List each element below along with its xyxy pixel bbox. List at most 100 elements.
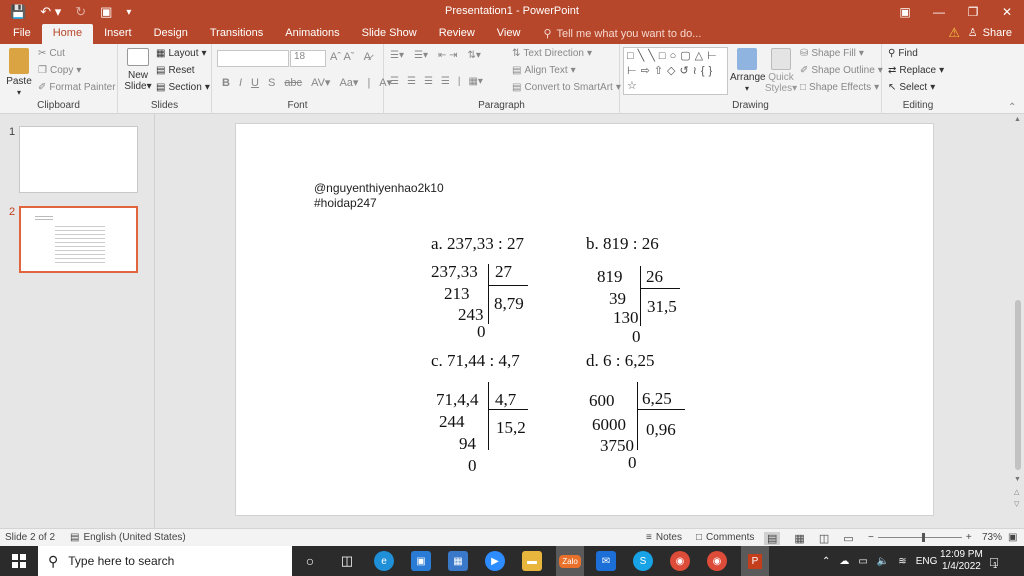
share-button[interactable]: ♙ Share [968, 26, 1012, 40]
zoom-in-icon[interactable]: + [966, 532, 972, 543]
mail-icon[interactable]: ✉ [596, 551, 616, 571]
scroll-up-icon[interactable]: ▲ [1014, 116, 1021, 123]
tab-design[interactable]: Design [143, 24, 199, 44]
text-direction-button[interactable]: ⇅ Text Direction ▾ [512, 48, 592, 59]
tab-home[interactable]: Home [41, 24, 94, 44]
lightbulb-icon: ⚲ [543, 27, 552, 40]
shape-effects-button[interactable]: □ Shape Effects ▾ [800, 82, 879, 93]
font-style-buttons[interactable]: B I U Sabc AV▾ Aa▾ | A▾ [222, 76, 392, 90]
find-button[interactable]: ⚲ Find [888, 48, 918, 59]
zoom-level[interactable]: 73% [982, 532, 1002, 543]
slide-text-box[interactable]: @nguyenthiyenhao2k10 #hoidap247 [314, 181, 444, 211]
zoom-app-icon[interactable]: ▶ [485, 551, 505, 571]
tab-view[interactable]: View [486, 24, 532, 44]
slide-thumbnail-1[interactable] [19, 126, 138, 193]
volume-icon[interactable]: 🔈 [877, 556, 889, 567]
skype-icon[interactable]: S [633, 551, 653, 571]
store-icon[interactable]: ▦ [448, 551, 468, 571]
shapes-gallery[interactable]: □ ╲ ╲ □ ○ ▢ △ ⊢ ⊢ ⇨ ⇧ ◇ ↺ ≀{} ☆ [623, 47, 728, 95]
chevron-up-icon[interactable]: ⌃ [822, 556, 830, 567]
scissors-icon: ✂ [38, 48, 47, 59]
next-slide-icon[interactable]: ▽ [1014, 500, 1019, 508]
fit-slide-icon[interactable]: ▣ [1008, 532, 1017, 543]
warning-icon[interactable]: ⚠ [948, 25, 960, 41]
task-view-icon[interactable]: ◫ [337, 551, 357, 571]
slide-thumbnail-2[interactable] [19, 206, 138, 273]
undo-icon[interactable]: ↶ ▾ [40, 4, 61, 20]
clock[interactable]: 12:09 PM 1/4/2022 [940, 546, 983, 576]
layout-button[interactable]: ▦ Layout ▾ [156, 48, 207, 59]
arrange-button[interactable]: Arrange ▾ [730, 48, 766, 94]
indent-icons: ⇤ ⇥ [437, 50, 458, 61]
redo-icon[interactable]: ↻ [75, 4, 86, 20]
wifi-icon[interactable]: ≋ [898, 556, 906, 567]
notes-button[interactable]: ≡ Notes [646, 532, 682, 543]
chrome-icon[interactable]: ◉ [670, 551, 690, 571]
ribbon-display-options-icon[interactable]: ▣ [888, 0, 922, 24]
battery-icon[interactable]: ▭ [858, 556, 867, 567]
notifications-button[interactable]: □ 1 [990, 546, 998, 576]
slide-canvas[interactable]: @nguyenthiyenhao2k10 #hoidap247 a. 237,3… [235, 123, 934, 516]
previous-slide-icon[interactable]: △ [1014, 488, 1019, 496]
replace-button[interactable]: ⇄ Replace ▾ [888, 65, 944, 76]
powerpoint-taskbar-icon[interactable]: P [741, 546, 769, 576]
vertical-scrollbar[interactable]: ▲ ▼ △ ▽ [1012, 114, 1024, 528]
zoom-out-icon[interactable]: − [868, 532, 874, 543]
scroll-down-icon[interactable]: ▼ [1014, 476, 1021, 483]
font-name-input[interactable] [217, 50, 289, 67]
view-buttons[interactable]: ▤ ▦ ◫ ▭ [764, 532, 854, 545]
chrome-profile-icon[interactable]: ◉ [707, 551, 727, 571]
language-indicator[interactable]: ▤ English (United States) [70, 532, 186, 543]
font-size-buttons[interactable]: Aˆ Aˇ A̷ [330, 51, 371, 63]
smartart-button[interactable]: ▤ Convert to SmartArt ▾ [512, 82, 621, 93]
format-painter-button[interactable]: ✐ Format Painter [38, 82, 116, 93]
line-spacing-icon: ⇅▾ [467, 50, 481, 61]
zoom-slider[interactable]: − + [868, 532, 972, 543]
section-button[interactable]: ▤ Section ▾ [156, 82, 210, 93]
shape-outline-button[interactable]: ✐ Shape Outline ▾ [800, 65, 883, 76]
tab-transitions[interactable]: Transitions [199, 24, 274, 44]
align-text-button[interactable]: ▤ Align Text ▾ [512, 65, 576, 76]
language-indicator[interactable]: ENG [916, 556, 938, 567]
slide-show-icon[interactable]: ▭ [843, 532, 853, 545]
tell-me-box[interactable]: ⚲ Tell me what you want to do... [531, 24, 701, 44]
tab-insert[interactable]: Insert [93, 24, 143, 44]
taskbar-search[interactable]: ⚲ Type here to search [38, 546, 292, 576]
new-slide-button[interactable]: New Slide▾ [123, 48, 153, 92]
tab-file[interactable]: File [0, 24, 42, 44]
reading-view-icon[interactable]: ◫ [819, 532, 829, 545]
start-button[interactable] [0, 546, 38, 576]
shape-fill-button[interactable]: ⛁ Shape Fill ▾ [800, 48, 864, 59]
zalo-icon[interactable]: Zalo [556, 546, 584, 576]
list-buttons[interactable]: ☰▾ ☰▾ ⇤ ⇥ ⇅▾ [390, 50, 481, 61]
customize-qat-icon[interactable]: ▾ [126, 7, 131, 18]
select-button[interactable]: ↖ Select ▾ [888, 82, 935, 93]
collapse-ribbon-icon[interactable]: ⌃ [1008, 102, 1016, 113]
slide-sorter-icon[interactable]: ▦ [794, 532, 804, 545]
paste-button[interactable]: Paste ▾ [5, 48, 33, 98]
comments-button[interactable]: □ Comments [696, 532, 754, 543]
cut-button[interactable]: ✂ Cut [38, 48, 65, 59]
align-buttons[interactable]: ☰ ☰ ☰ ☰ | ▦▾ [390, 76, 483, 87]
edge-icon[interactable]: e [374, 551, 394, 571]
copy-button[interactable]: ❐ Copy ▾ [38, 65, 81, 76]
editing-group: ⚲ Find ⇄ Replace ▾ ↖ Select ▾ Editing [882, 44, 954, 114]
reset-button[interactable]: ▤ Reset [156, 65, 195, 76]
restore-button[interactable]: ❐ [956, 0, 990, 24]
tab-review[interactable]: Review [428, 24, 486, 44]
app-icon[interactable]: ▣ [411, 551, 431, 571]
font-size-input[interactable]: 18 [290, 50, 326, 67]
minimize-button[interactable]: — [922, 0, 956, 24]
save-icon[interactable]: 💾 [10, 4, 26, 20]
cloud-icon[interactable]: ☁ [839, 556, 849, 567]
close-button[interactable]: ✕ [990, 0, 1024, 24]
cortana-icon[interactable]: ○ [300, 551, 320, 571]
scrollbar-thumb[interactable] [1015, 300, 1021, 470]
clipboard-group: Paste ▾ ✂ Cut ❐ Copy ▾ ✐ Format Painter Clip… [0, 44, 118, 114]
quick-styles-button[interactable]: Quick Styles▾ [764, 48, 798, 94]
tab-animations[interactable]: Animations [274, 24, 350, 44]
file-explorer-icon[interactable]: ▬ [522, 551, 542, 571]
present-icon[interactable]: ▣ [100, 4, 112, 20]
tab-slide-show[interactable]: Slide Show [351, 24, 428, 44]
normal-view-icon[interactable]: ▤ [764, 532, 781, 545]
